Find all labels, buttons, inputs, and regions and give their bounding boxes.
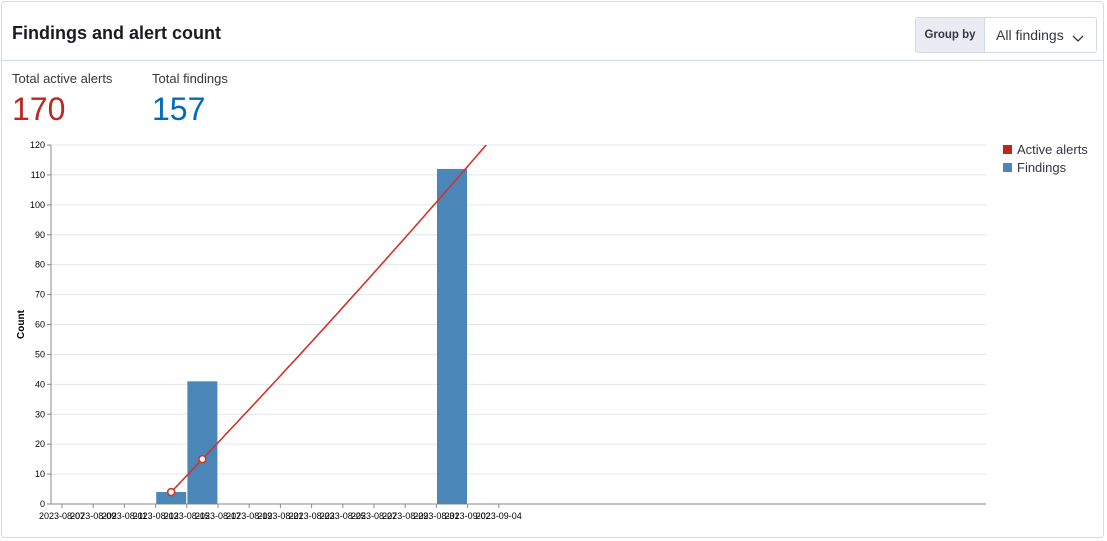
y-tick-label: 50 — [35, 349, 45, 359]
legend-findings-swatch — [1003, 163, 1012, 172]
y-tick-label: 20 — [35, 439, 45, 449]
active-alerts-point — [198, 454, 207, 464]
y-tick-label: 60 — [35, 320, 45, 330]
y-tick-label: 10 — [35, 469, 45, 479]
y-tick-label: 110 — [31, 170, 45, 180]
y-tick-label: 30 — [35, 409, 45, 419]
y-tick-label: 70 — [35, 290, 45, 300]
findings-alerts-chart: 0102030405060708090100110120Count2023-08… — [16, 140, 1088, 521]
y-axis-label: Count — [16, 309, 27, 339]
legend-findings-label: Findings — [1017, 160, 1067, 175]
active-alerts-point — [166, 487, 176, 497]
y-tick-label: 100 — [30, 200, 45, 210]
findings-bar — [437, 168, 467, 504]
y-tick-label: 0 — [40, 499, 45, 509]
y-tick-label: 120 — [30, 140, 45, 150]
legend-active-alerts-swatch — [1003, 145, 1012, 154]
x-tick-label: 2023-09-04 — [476, 511, 522, 521]
findings-bar — [187, 381, 218, 504]
legend-active-alerts-label: Active alerts — [1017, 142, 1088, 157]
active-alerts-line — [170, 145, 488, 493]
y-tick-label: 80 — [35, 260, 45, 270]
y-tick-label: 90 — [35, 230, 45, 240]
y-tick-label: 40 — [35, 379, 45, 389]
